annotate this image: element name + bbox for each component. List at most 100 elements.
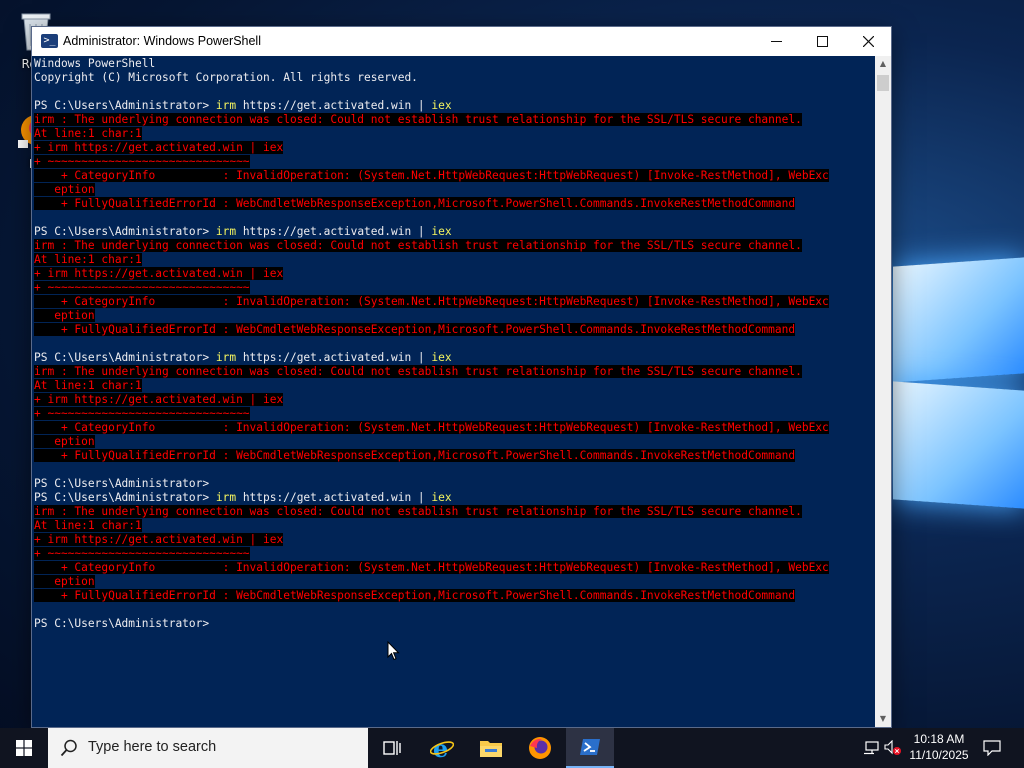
console-line: irm : The underlying connection was clos… (34, 505, 829, 519)
firefox-icon (529, 737, 551, 759)
console-line: + irm https://get.activated.win | iex (34, 267, 829, 281)
command-name: iex (431, 99, 452, 112)
close-icon (862, 36, 874, 47)
taskbar-internet-explorer[interactable]: e (418, 728, 466, 768)
error-text: + ~~~~~~~~~~~~~~~~~~~~~~~~~~~~~~ (34, 281, 250, 294)
clock-time: 10:18 AM (913, 732, 965, 746)
command-name: iex (431, 351, 452, 364)
error-text: eption (34, 183, 95, 196)
mouse-pointer-icon (387, 641, 400, 661)
console-line: eption (34, 183, 829, 197)
clock-date: 11/10/2025 (909, 748, 969, 762)
folder-icon (480, 741, 502, 757)
console-line: + CategoryInfo : InvalidOperation: (Syst… (34, 561, 829, 575)
console-output[interactable]: Windows PowerShell Copyright (C) Microsof… (32, 56, 875, 727)
prompt-text: PS C:\Users\Administrator> (34, 491, 216, 504)
console-line: eption (34, 575, 829, 589)
console-line: PS C:\Users\Administrator> irm https://g… (34, 351, 829, 365)
console-line: + ~~~~~~~~~~~~~~~~~~~~~~~~~~~~~~ (34, 547, 829, 561)
error-text: eption (34, 309, 95, 322)
command-args: https://get.activated.win | (236, 225, 432, 238)
prompt-text: PS C:\Users\Administrator> (34, 351, 216, 364)
console-line: Windows PowerShell (34, 57, 829, 71)
console-line: + CategoryInfo : InvalidOperation: (Syst… (34, 295, 829, 309)
error-text: irm : The underlying connection was clos… (34, 505, 802, 518)
console-line: + ~~~~~~~~~~~~~~~~~~~~~~~~~~~~~~ (34, 281, 829, 295)
task-view-button[interactable] (368, 728, 416, 768)
internet-explorer-icon: e (430, 736, 454, 760)
error-text: + ~~~~~~~~~~~~~~~~~~~~~~~~~~~~~~ (34, 407, 250, 420)
volume-muted-icon (884, 740, 901, 755)
console-line: PS C:\Users\Administrator> irm https://g… (34, 225, 829, 239)
title-bar[interactable]: >_ Administrator: Windows PowerShell (32, 27, 891, 56)
scroll-thumb[interactable] (877, 75, 889, 91)
error-text: + CategoryInfo : InvalidOperation: (Syst… (34, 295, 829, 308)
vertical-scrollbar[interactable]: ▲ ▼ (875, 56, 891, 727)
tray-clock[interactable]: 10:18 AM 11/10/2025 (902, 731, 976, 763)
console-line: + FullyQualifiedErrorId : WebCmdletWebRe… (34, 449, 829, 463)
taskbar: Type here to search e 10:18 AM 11/10/202… (0, 728, 1024, 768)
error-text: At line:1 char:1 (34, 379, 142, 392)
command-name: iex (431, 225, 452, 238)
console-line: + CategoryInfo : InvalidOperation: (Syst… (34, 169, 829, 183)
minimize-button[interactable] (753, 27, 799, 56)
prompt-text: PS C:\Users\Administrator> (34, 225, 216, 238)
console-line: PS C:\Users\Administrator> irm https://g… (34, 99, 829, 113)
console-line: irm : The underlying connection was clos… (34, 365, 829, 379)
console-line: + irm https://get.activated.win | iex (34, 533, 829, 547)
start-button[interactable] (0, 728, 48, 768)
command-name: irm (215, 491, 237, 504)
console-line: PS C:\Users\Administrator> (34, 477, 829, 491)
console-line: At line:1 char:1 (34, 379, 829, 393)
console-text: Copyright (C) Microsoft Corporation. All… (34, 71, 418, 84)
console-line: eption (34, 435, 829, 449)
error-text: eption (34, 575, 95, 588)
notification-icon (983, 740, 1001, 756)
error-text: + FullyQualifiedErrorId : WebCmdletWebRe… (34, 449, 796, 462)
taskbar-file-explorer[interactable] (467, 728, 515, 768)
error-text: + irm https://get.activated.win | iex (34, 393, 284, 406)
tray-volume[interactable] (883, 728, 903, 768)
command-args: https://get.activated.win | (236, 351, 432, 364)
command-name: iex (431, 491, 452, 504)
error-text: + FullyQualifiedErrorId : WebCmdletWebRe… (34, 197, 796, 210)
tray-network[interactable] (860, 728, 882, 768)
scroll-up-icon[interactable]: ▲ (875, 56, 891, 72)
console-text: PS C:\Users\Administrator> (34, 477, 210, 490)
search-box[interactable]: Type here to search (48, 728, 368, 768)
error-text: At line:1 char:1 (34, 519, 142, 532)
error-text: irm : The underlying connection was clos… (34, 113, 802, 126)
console-line: At line:1 char:1 (34, 127, 829, 141)
prompt-text: PS C:\Users\Administrator> (34, 99, 216, 112)
error-text: + CategoryInfo : InvalidOperation: (Syst… (34, 169, 829, 182)
error-text: + CategoryInfo : InvalidOperation: (Syst… (34, 561, 829, 574)
maximize-button[interactable] (799, 27, 845, 56)
console-line: + FullyQualifiedErrorId : WebCmdletWebRe… (34, 589, 829, 603)
command-args: https://get.activated.win | (236, 99, 432, 112)
console-line: At line:1 char:1 (34, 519, 829, 533)
error-text: + CategoryInfo : InvalidOperation: (Syst… (34, 421, 829, 434)
action-center-button[interactable] (978, 728, 1006, 768)
error-text: + FullyQualifiedErrorId : WebCmdletWebRe… (34, 323, 796, 336)
taskbar-firefox[interactable] (516, 728, 564, 768)
command-name: irm (215, 225, 237, 238)
close-button[interactable] (845, 27, 891, 56)
console-line: eption (34, 309, 829, 323)
error-text: + irm https://get.activated.win | iex (34, 141, 284, 154)
error-text: + irm https://get.activated.win | iex (34, 267, 284, 280)
taskbar-powershell[interactable] (566, 728, 614, 768)
prompt-text: PS C:\Users\Administrator> (34, 617, 216, 630)
console-line: + ~~~~~~~~~~~~~~~~~~~~~~~~~~~~~~ (34, 407, 829, 421)
maximize-icon (816, 36, 828, 47)
console-line: + FullyQualifiedErrorId : WebCmdletWebRe… (34, 197, 829, 211)
console-line: irm : The underlying connection was clos… (34, 239, 829, 253)
console-line: + irm https://get.activated.win | iex (34, 141, 829, 155)
powershell-window[interactable]: >_ Administrator: Windows PowerShell Win… (32, 27, 891, 727)
scroll-down-icon[interactable]: ▼ (875, 711, 891, 727)
console-line: PS C:\Users\Administrator> (34, 617, 829, 631)
windows-logo-icon (16, 740, 32, 756)
svg-text:e: e (433, 736, 448, 760)
